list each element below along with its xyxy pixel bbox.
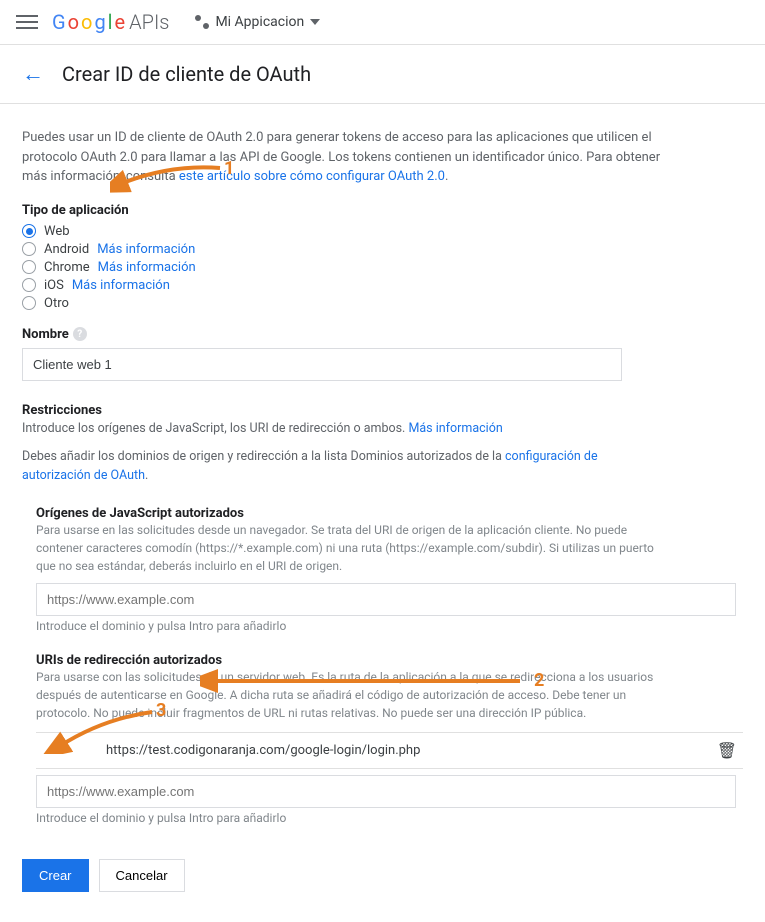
redirect-uri-value: https://test.codigonaranja.com/google-lo… [106,743,420,758]
intro-text: Puedes usar un ID de cliente de OAuth 2.… [22,128,662,187]
content: Puedes usar un ID de cliente de OAuth 2.… [0,104,765,922]
name-label: Nombre ? [22,327,743,342]
radio-icon[interactable] [22,224,36,238]
js-origins-hint: Introduce el dominio y pulsa Intro para … [36,619,743,633]
restrictions-desc2b: . [145,468,148,483]
radio-label: Chrome [44,260,90,275]
create-button[interactable]: Crear [22,859,89,892]
name-label-text: Nombre [22,327,69,342]
radio-chrome[interactable]: Chrome Más información [22,260,743,275]
redirect-uris-hint: Introduce el dominio y pulsa Intro para … [36,811,743,825]
more-info-link[interactable]: Más información [97,242,195,257]
js-origins-input[interactable] [36,583,736,616]
help-icon[interactable]: ? [73,327,87,341]
radio-label: Web [44,224,70,239]
redirect-uris-input[interactable] [36,775,736,808]
trash-icon[interactable]: 🗑 [717,741,737,760]
project-name: Mi Appicacion [215,14,304,30]
redirect-uris-block: URIs de redirección autorizados Para usa… [22,653,743,825]
topbar: Google APIs Mi Appicacion [0,0,765,45]
restrictions-title: Restricciones [22,403,743,418]
app-type-label-text: Tipo de aplicación [22,203,129,218]
app-type-label: Tipo de aplicación [22,203,743,218]
redirect-uris-label: URIs de redirección autorizados [36,653,743,668]
page-title: Crear ID de cliente de OAuth [62,62,311,86]
radio-web[interactable]: Web [22,224,743,239]
redirect-uri-list: https://test.codigonaranja.com/google-lo… [36,732,743,769]
restrictions-section: Restricciones Introduce los orígenes de … [22,403,743,486]
radio-icon[interactable] [22,242,36,256]
button-row: Crear Cancelar [22,859,743,892]
restrictions-desc2: Debes añadir los dominios de origen y re… [22,448,662,486]
project-selector[interactable]: Mi Appicacion [195,14,320,30]
radio-icon[interactable] [22,278,36,292]
radio-label: Android [44,242,89,257]
project-icon [195,15,209,29]
intro-period: . [445,169,448,184]
js-origins-block: Orígenes de JavaScript autorizados Para … [22,506,743,633]
menu-icon[interactable] [16,11,38,33]
app-type-radio-group: Web Android Más información Chrome Más i… [22,224,743,311]
radio-ios[interactable]: iOS Más información [22,278,743,293]
google-logo: Google APIs [52,10,169,34]
js-origins-label: Orígenes de JavaScript autorizados [36,506,743,521]
radio-icon[interactable] [22,296,36,310]
back-arrow-icon[interactable]: ← [22,61,44,87]
more-info-link[interactable]: Más información [72,278,170,293]
radio-other[interactable]: Otro [22,296,743,311]
name-input[interactable] [22,348,622,381]
restrictions-desc1-text: Introduce los orígenes de JavaScript, lo… [22,421,408,436]
page-header: ← Crear ID de cliente de OAuth [0,45,765,104]
cancel-button[interactable]: Cancelar [99,859,185,892]
more-info-link[interactable]: Más información [408,421,502,436]
radio-label: Otro [44,296,69,311]
radio-android[interactable]: Android Más información [22,242,743,257]
redirect-uris-desc: Para usarse con las solicitudes de un se… [36,668,676,722]
oauth-config-link[interactable]: este artículo sobre cómo configurar OAut… [179,169,445,184]
js-origins-desc: Para usarse en las solicitudes desde un … [36,521,676,575]
more-info-link[interactable]: Más información [98,260,196,275]
apis-label: APIs [129,10,169,34]
radio-icon[interactable] [22,260,36,274]
chevron-down-icon [310,19,320,25]
redirect-uri-row: https://test.codigonaranja.com/google-lo… [36,732,743,769]
radio-label: iOS [44,278,64,293]
restrictions-desc1: Introduce los orígenes de JavaScript, lo… [22,420,662,439]
restrictions-desc2a: Debes añadir los dominios de origen y re… [22,449,505,464]
